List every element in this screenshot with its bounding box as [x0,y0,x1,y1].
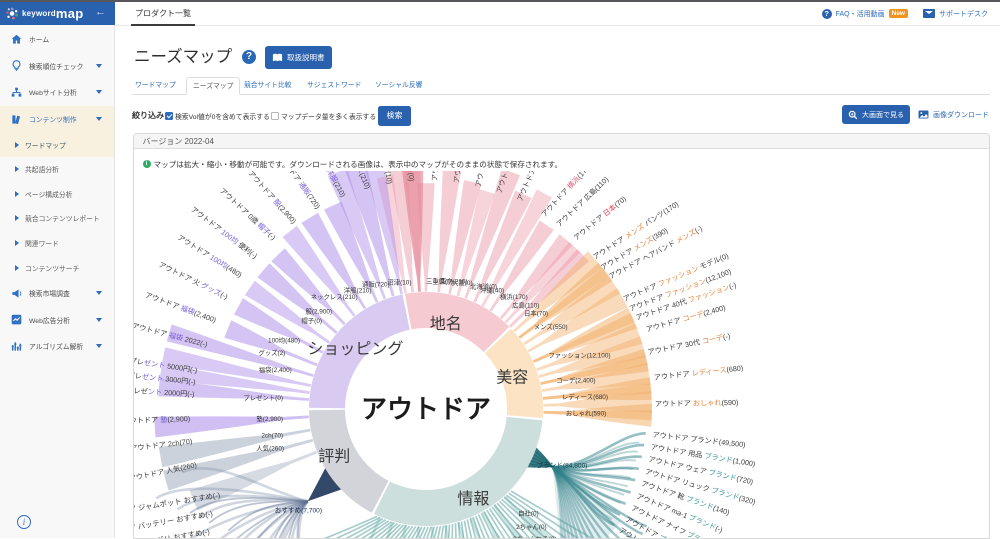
svg-text:コーデ(2,400): コーデ(2,400) [556,376,595,385]
svg-text:アウトドア 福袋(2,400): アウトドア 福袋(2,400) [143,290,217,324]
svg-text:ショッピング: ショッピング [307,340,403,358]
svg-text:おしゃれ(590): おしゃれ(590) [565,410,605,418]
svg-text:美容: 美容 [496,368,528,386]
svg-text:広島(110): 広島(110) [512,301,539,310]
svg-text:福袋(2,400): 福袋(2,400) [258,365,291,374]
svg-text:2ちゃん(0): 2ちゃん(0) [516,523,547,531]
svg-text:メンズ(550): メンズ(550) [533,322,567,331]
svg-text:おすすめ(7,700): おすすめ(7,700) [274,507,321,515]
svg-text:プレゼント(0): プレゼント(0) [243,393,283,402]
svg-text:2ch(70): 2ch(70) [261,433,283,440]
svg-text:沼津(10): 沼津(10) [387,277,411,286]
svg-text:塾(2,900): 塾(2,900) [256,414,283,423]
svg-text:ブランド(84,800): ブランド(84,800) [536,461,587,470]
svg-text:アウトドア: アウトドア [360,394,490,424]
svg-text:グッズ(2): グッズ(2) [258,348,285,357]
svg-text:服(2,900): 服(2,900) [305,308,332,316]
svg-text:アウトドア 北海道(0): アウトドア 北海道(0) [473,171,497,188]
svg-text:人気(260): 人気(260) [256,444,284,453]
svg-text:アウトドア 30代 コーデ(-): アウトドア 30代 コーデ(-) [646,331,730,356]
svg-text:自社(0): 自社(0) [518,509,539,518]
svg-text:ネックレス(210): ネックレス(210) [310,293,357,301]
svg-text:評判: 評判 [318,447,350,465]
svg-text:アウトドア 東京(210): アウトドア 東京(210) [430,171,441,181]
svg-text:帽子(0): 帽子(0) [301,316,322,325]
svg-text:日本(70): 日本(70) [524,309,548,318]
svg-text:レディース(680): レディース(680) [561,392,607,401]
svg-text:ファッション(12,100): ファッション(12,100) [548,352,610,360]
svg-text:情報: 情報 [457,490,489,508]
svg-text:アウトドア レディース(680): アウトドア レディース(680) [653,363,743,382]
svg-text:横浜(170): 横浜(170) [500,292,528,301]
svg-text:アウトドア おしゃれ(590): アウトドア おしゃれ(590) [654,398,738,409]
svg-text:地名: 地名 [429,315,461,333]
svg-text:100均(480): 100均(480) [268,336,300,345]
